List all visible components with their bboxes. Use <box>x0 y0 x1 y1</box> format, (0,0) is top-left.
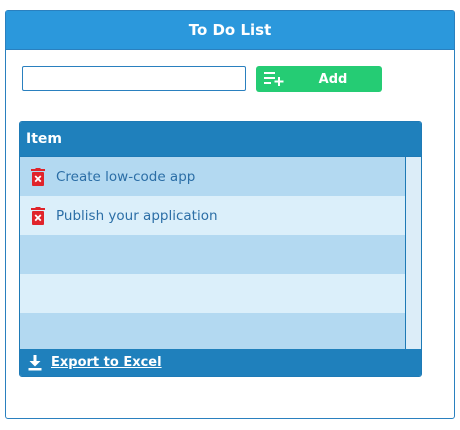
table-row <box>20 235 405 274</box>
export-label: Export to Excel <box>51 355 162 370</box>
delete-icon[interactable] <box>30 206 46 225</box>
table-row <box>20 313 405 352</box>
row-text: Publish your application <box>56 207 218 224</box>
table-row[interactable]: Publish your application <box>20 196 405 235</box>
new-item-input[interactable] <box>22 66 246 91</box>
todo-grid: Item Create low-code app Publish your ap… <box>19 121 422 377</box>
table-row[interactable]: Create low-code app <box>20 157 405 196</box>
download-icon <box>28 354 42 370</box>
grid-footer: Export to Excel <box>20 349 421 376</box>
row-text: Create low-code app <box>56 168 196 185</box>
column-header-item[interactable]: Item <box>20 122 421 157</box>
add-button[interactable]: Add <box>256 66 382 92</box>
vertical-scrollbar[interactable] <box>405 157 421 351</box>
add-button-label: Add <box>318 71 348 87</box>
export-to-excel-link[interactable]: Export to Excel <box>28 354 162 371</box>
grid-body: Create low-code app Publish your applica… <box>20 157 405 352</box>
delete-icon[interactable] <box>30 167 46 186</box>
panel-title: To Do List <box>6 11 454 50</box>
table-row <box>20 274 405 313</box>
